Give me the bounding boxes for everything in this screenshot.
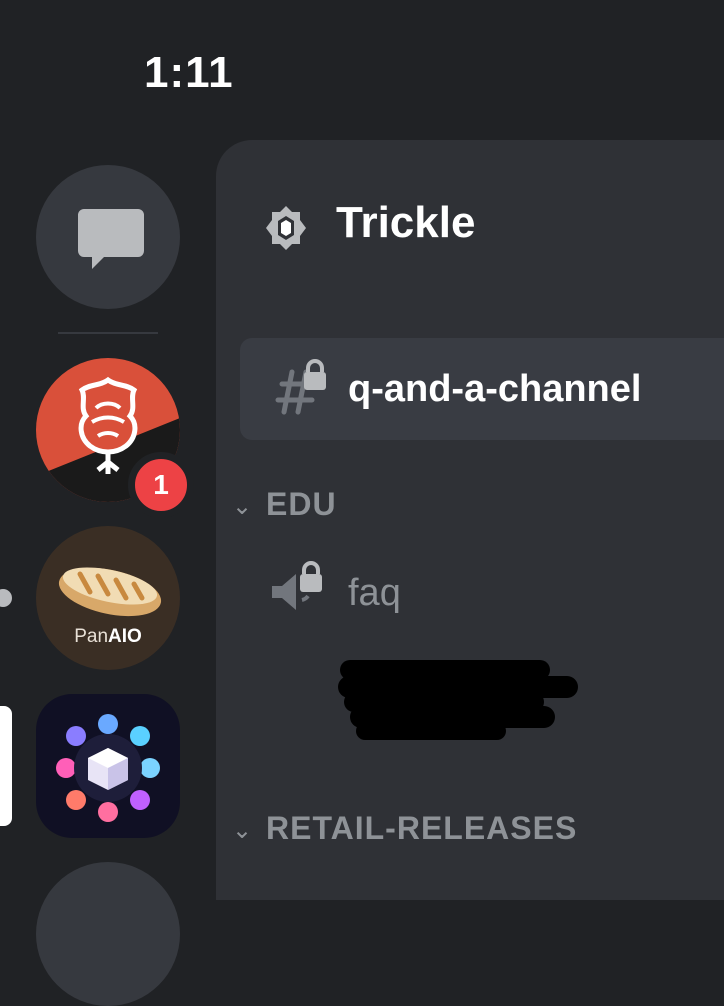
server-panaio[interactable]: PanAIO	[36, 526, 180, 670]
locked-voice-channel-icon	[272, 561, 322, 610]
logo-text-pan: Pan	[74, 626, 109, 647]
bread-logo-icon	[58, 567, 162, 617]
unread-indicator	[0, 589, 12, 607]
rail-divider	[58, 332, 158, 334]
category-edu[interactable]: EDU	[266, 486, 337, 523]
server-rail: 1 PanAIO	[0, 0, 216, 1006]
locked-text-channel-icon	[275, 359, 326, 415]
cube-logo-icon	[56, 714, 160, 822]
chat-bubble-icon	[78, 209, 144, 269]
logo-text-aio: AIO	[108, 626, 142, 647]
panaio-logo-text: PanAIO	[36, 626, 180, 648]
chevron-down-icon[interactable]: ⌄	[232, 816, 252, 845]
channel-label: q-and-a-channel	[348, 368, 642, 410]
server-boost-icon	[266, 206, 306, 250]
direct-messages-button[interactable]	[36, 165, 180, 309]
channel-label-faq[interactable]: faq	[348, 572, 401, 615]
server-title[interactable]: Trickle	[336, 198, 475, 248]
notification-badge: 1	[128, 452, 194, 518]
selected-server-indicator	[0, 706, 12, 826]
category-retail-releases[interactable]: RETAIL-RELEASES	[266, 810, 577, 847]
chevron-down-icon[interactable]: ⌄	[232, 492, 252, 521]
server-partial[interactable]	[36, 862, 180, 1006]
server-cube[interactable]	[36, 694, 180, 838]
